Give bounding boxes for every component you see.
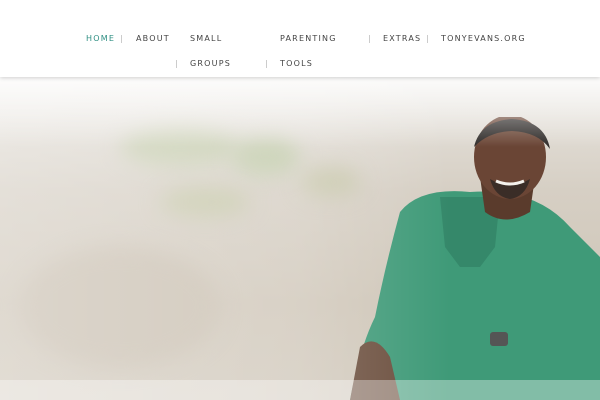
nav-separator: | (265, 59, 268, 68)
nav-small-groups-link[interactable]: Small (190, 34, 222, 43)
nav-separator: | (368, 34, 371, 43)
nav-separator: | (426, 34, 429, 43)
nav-small-groups-line1: Small (190, 34, 223, 43)
nav-parenting-link-line2[interactable]: Tools (280, 59, 313, 68)
hero-overlay (0, 77, 600, 400)
hero-image (0, 77, 600, 400)
nav-parenting-link[interactable]: Parenting (280, 34, 337, 43)
nav-tonyevans-link[interactable]: TonyEvans.org (441, 34, 526, 43)
nav-separator: | (120, 34, 123, 43)
nav-separator: | (175, 59, 178, 68)
nav-extras-link[interactable]: Extras (383, 34, 421, 43)
top-navigation: Home | About Small | Groups Parenting | … (0, 0, 600, 77)
nav-small-groups-link-line2[interactable]: Groups (190, 59, 231, 68)
nav-home-link[interactable]: Home (86, 34, 115, 43)
nav-about-link[interactable]: About (136, 34, 170, 43)
hero-bottom-strip (0, 380, 600, 400)
